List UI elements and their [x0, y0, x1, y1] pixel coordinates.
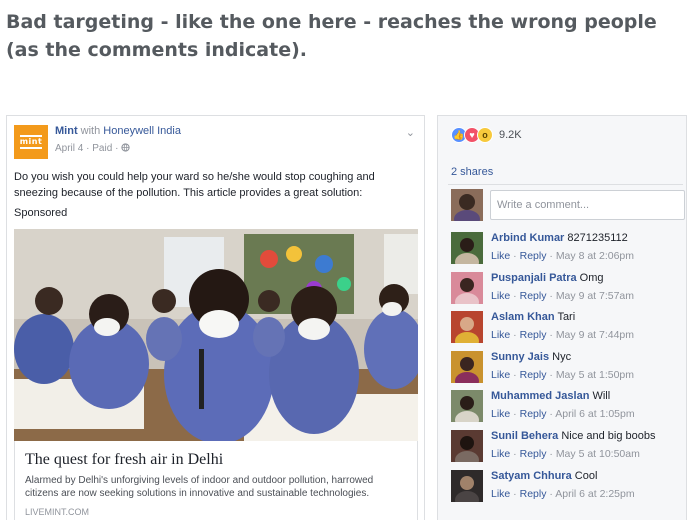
sponsored-label: Sponsored [14, 207, 68, 219]
with-label: with [80, 125, 101, 137]
comment-item: Puspanjali Patra Omg Like · Reply · May … [451, 270, 686, 310]
reactions-summary[interactable]: 👍 ♥ o 9.2K [451, 127, 522, 143]
commenter-avatar[interactable] [451, 271, 483, 304]
comment-text: Cool [574, 469, 598, 482]
comment-text: 8271235112 [567, 232, 628, 244]
article-title[interactable]: The quest for fresh air in Delhi [25, 451, 407, 469]
headline: Bad targeting - like the one here - reac… [6, 11, 657, 61]
post-meta: April 4 · Paid · [55, 143, 130, 154]
article-description: Alarmed by Delhi's unforgiving levels of… [25, 475, 374, 499]
comment-time[interactable]: May 5 at 10:50am [556, 448, 640, 460]
article-link[interactable]: The quest for fresh air in Delhi Alarmed… [14, 441, 418, 520]
comment-input[interactable] [490, 190, 685, 220]
mint-logo[interactable]: mint [14, 125, 48, 159]
article-image[interactable] [14, 229, 418, 441]
comment-item: Sunil Behera Nice and big boobs Like · R… [451, 428, 686, 468]
comment-text: Omg [579, 271, 604, 284]
comment-time[interactable]: May 8 at 2:06pm [556, 250, 634, 262]
commenter-name[interactable]: Satyam Chhura [491, 470, 572, 482]
like-link[interactable]: Like [491, 250, 510, 262]
commenter-name[interactable]: Arbind Kumar [491, 232, 564, 244]
commenter-name[interactable]: Sunil Behera [491, 430, 558, 442]
reply-link[interactable]: Reply [520, 448, 547, 460]
comment-text: Will [592, 390, 611, 403]
commenter-avatar[interactable] [451, 429, 483, 462]
post-card: mint Mint with Honeywell India April 4 ·… [6, 115, 425, 520]
reply-link[interactable]: Reply [520, 408, 547, 420]
commenter-avatar[interactable] [451, 232, 483, 264]
comment-item: Satyam Chhura Cool Like · Reply · April … [451, 468, 686, 508]
comment-item: Arbind Kumar 8271235112 Like · Reply · M… [451, 230, 686, 270]
post-date[interactable]: April 4 [55, 143, 83, 154]
comments-panel: 👍 ♥ o 9.2K 2 shares Arbind Kumar 8271235… [437, 115, 687, 520]
comment-text: Tari [557, 311, 576, 324]
comment-time[interactable]: May 5 at 1:50pm [556, 369, 634, 381]
globe-icon [121, 143, 130, 152]
partner-link[interactable]: Honeywell India [103, 125, 181, 137]
like-link[interactable]: Like [491, 290, 510, 302]
commenter-avatar[interactable] [451, 469, 483, 502]
post-body: Do you wish you could help your ward so … [14, 171, 375, 199]
like-link[interactable]: Like [491, 329, 510, 341]
comment-item: Aslam Khan Tari Like · Reply · May 9 at … [451, 309, 686, 349]
commenter-name[interactable]: Aslam Khan [491, 311, 555, 323]
comment-time[interactable]: May 9 at 7:57am [556, 290, 634, 302]
shares-link[interactable]: 2 shares [451, 166, 493, 178]
like-link[interactable]: Like [491, 408, 510, 420]
divider [448, 184, 683, 185]
comment-item: Muhammed Jaslan Will Like · Reply · Apri… [451, 388, 686, 428]
reply-link[interactable]: Reply [520, 369, 547, 381]
like-link[interactable]: Like [491, 488, 510, 500]
post-options-chevron-icon[interactable]: ⌄ [406, 126, 415, 139]
like-link[interactable]: Like [491, 369, 510, 381]
article-domain: LIVEMINT.COM [25, 507, 90, 517]
current-user-avatar [451, 189, 483, 221]
post-header: Mint with Honeywell India [55, 125, 181, 137]
comment-time[interactable]: April 6 at 1:05pm [555, 408, 634, 420]
page-name-link[interactable]: Mint [55, 125, 78, 137]
commenter-avatar[interactable] [451, 311, 483, 344]
reply-link[interactable]: Reply [520, 329, 547, 341]
commenter-name[interactable]: Muhammed Jaslan [491, 390, 589, 402]
comment-time[interactable]: April 6 at 2:25pm [555, 488, 634, 500]
comment-text: Nyc [552, 350, 572, 363]
reply-link[interactable]: Reply [520, 250, 547, 262]
comment-list: Arbind Kumar 8271235112 Like · Reply · M… [451, 230, 686, 507]
comment-text: Nice and big boobs [561, 429, 656, 442]
reaction-count[interactable]: 9.2K [499, 129, 522, 141]
comment-item: Sunny Jais Nyc Like · Reply · May 5 at 1… [451, 349, 686, 389]
paid-label: Paid [92, 143, 113, 154]
wow-reaction-icon: o [477, 127, 493, 143]
commenter-avatar[interactable] [451, 350, 483, 383]
comment-time[interactable]: May 9 at 7:44pm [556, 329, 634, 341]
reply-link[interactable]: Reply [520, 290, 547, 302]
like-link[interactable]: Like [491, 448, 510, 460]
commenter-name[interactable]: Puspanjali Patra [491, 272, 577, 284]
reply-link[interactable]: Reply [520, 488, 547, 500]
commenter-avatar[interactable] [451, 390, 483, 423]
commenter-name[interactable]: Sunny Jais [491, 351, 549, 363]
